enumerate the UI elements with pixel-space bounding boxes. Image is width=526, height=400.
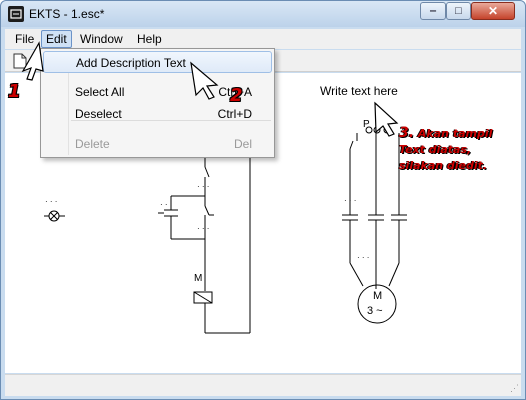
menu-item-label: Select All — [75, 85, 125, 99]
menu-item-shortcut: Del — [233, 137, 252, 151]
cursor-arrow-icon — [374, 101, 399, 137]
menu-separator — [71, 120, 271, 121]
menu-item-label: Delete — [75, 137, 110, 151]
menu-item-shortcut: Ctrl+D — [217, 107, 252, 121]
step-3-line-1: Akan tampil — [417, 127, 493, 140]
menu-item-label: Add Description Text — [76, 56, 186, 70]
step-3-annotation: 3. Akan tampil Text diatas, silakan died… — [399, 125, 524, 174]
menu-item-delete[interactable]: Delete Del — [43, 133, 272, 155]
description-text[interactable]: Write text here — [320, 84, 398, 98]
svg-text:· · ·: · · · — [45, 197, 57, 206]
resize-grip-icon[interactable]: ⋰ — [510, 383, 519, 394]
motor-label-top: M — [373, 290, 383, 302]
cursor-arrow-icon — [190, 61, 219, 100]
step-3-line-2: Text diatas, — [399, 143, 472, 156]
status-bar: ⋰ — [5, 374, 521, 396]
contactor-label: M — [194, 273, 203, 284]
svg-text:· · ·: · · · — [197, 182, 209, 191]
svg-text:· · ·: · · · — [197, 224, 209, 233]
svg-text:· · ·: · · · — [344, 196, 356, 205]
app-window: EKTS - 1.esc* ‒ □ ✕ File Edit Window Hel… — [0, 0, 526, 400]
svg-text:· · ·: · · · — [160, 200, 172, 209]
menu-item-label: Deselect — [75, 107, 122, 121]
motor-label-bottom: 3 ~ — [367, 305, 383, 317]
lamp-symbol — [44, 210, 65, 222]
menu-item-deselect[interactable]: Deselect Ctrl+D — [43, 103, 272, 125]
menu-item-add-description-text[interactable]: Add Description Text — [43, 51, 272, 73]
step-1-badge: 1 — [8, 81, 21, 102]
cursor-arrow-icon — [21, 41, 44, 81]
svg-text:· · ·: · · · — [357, 253, 369, 262]
step-3-line-3: silakan diedit. — [399, 159, 488, 172]
step-2-badge: 2 — [230, 85, 243, 106]
